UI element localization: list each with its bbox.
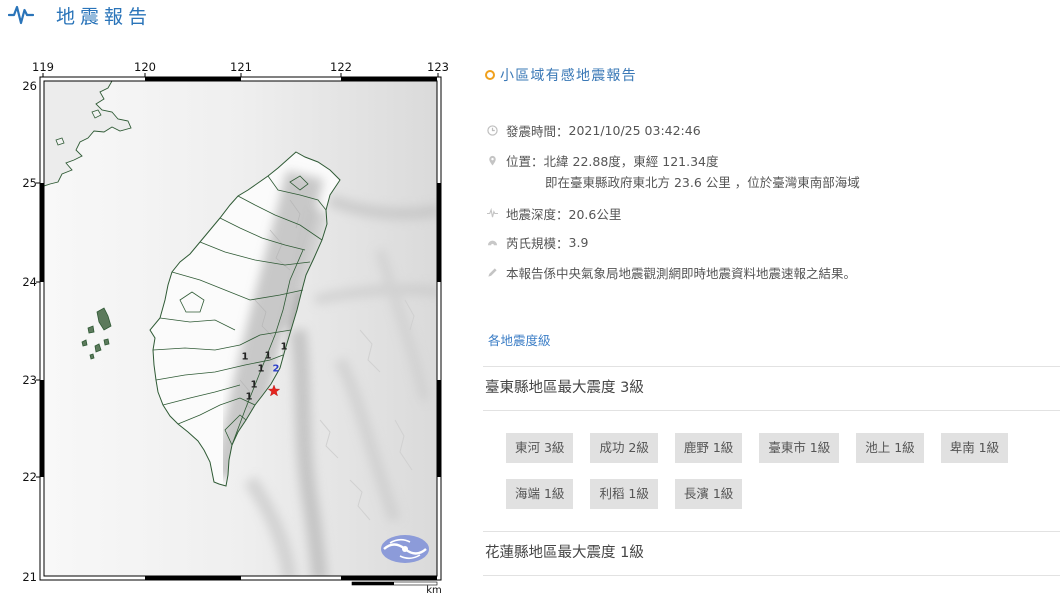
report-title: 小區域有感地震報告 [485, 66, 637, 84]
divider [483, 366, 1060, 367]
scale-unit-label: km [426, 585, 442, 596]
location-detail: 即在臺東縣政府東北方 23.6 公里 ，位於臺灣東南部海域 [545, 175, 860, 190]
seismic-wave-icon [487, 207, 498, 217]
lat-tick-label: 21 [22, 570, 37, 584]
station-badge: 東河 3級 [506, 433, 574, 463]
station-badge: 利稻 1級 [590, 479, 658, 509]
report-title-text: 小區域有感地震報告 [500, 68, 637, 84]
region-taitung-title[interactable]: 臺東縣地區最大震度 3級 [485, 378, 644, 398]
station-badge: 長濱 1級 [674, 479, 743, 509]
pencil-icon [488, 267, 497, 277]
report-panel: 小區域有感地震報告 發震時間： 2021/10/25 03:42:46 位置： … [483, 0, 1060, 596]
intensity-label: 1 [258, 364, 265, 375]
lon-tick-label: 120 [134, 60, 156, 74]
location-value: 北緯 22.88度，東經 121.34度 [543, 153, 719, 169]
region-hualien-title[interactable]: 花蓮縣地區最大震度 1級 [485, 543, 644, 563]
divider [483, 575, 1060, 576]
depth-label: 地震深度： [506, 206, 569, 222]
cwb-logo-icon [381, 535, 429, 563]
intensity-levels-link[interactable]: 各地震度級 [488, 333, 551, 349]
magnitude-row: 芮氏規模： 3.9 [487, 234, 589, 251]
location-row: 位置： 北緯 22.88度，東經 121.34度 [487, 152, 719, 169]
station-badge: 卑南 1級 [940, 433, 1009, 463]
scale-bar: km [351, 581, 442, 596]
origin-time-value: 2021/10/25 03:42:46 [568, 122, 701, 138]
intensity-label: 2 [273, 364, 280, 375]
station-badge: 海端 1級 [506, 479, 574, 509]
divider [483, 410, 1060, 411]
lat-tick-label: 24 [22, 275, 37, 289]
origin-time-row: 發震時間： 2021/10/25 03:42:46 [487, 122, 701, 139]
magnitude-value: 3.9 [568, 234, 589, 250]
magnitude-label: 芮氏規模： [506, 235, 569, 251]
intensity-label: 1 [281, 342, 288, 353]
intensity-label: 1 [251, 380, 258, 391]
report-note-text: 本報告係中央氣象局地震觀測網即時地震資料地震速報之結果。 [506, 265, 857, 281]
clock-icon [487, 124, 498, 136]
station-badge-row: 東河 3級 成功 2級 鹿野 1級 臺東市 1級 池上 1級 卑南 1級 [506, 433, 1060, 463]
station-badge: 臺東市 1級 [759, 433, 840, 463]
orange-ring-icon [485, 70, 495, 80]
lon-tick-label: 123 [427, 60, 449, 74]
intensity-label: 1 [242, 352, 249, 363]
map-pin-icon [489, 155, 496, 166]
lon-tick-label: 121 [230, 60, 252, 74]
magnitude-icon [487, 240, 498, 247]
lat-tick-label: 23 [22, 373, 37, 387]
station-badge-row: 海端 1級 利稻 1級 長濱 1級 [506, 479, 1060, 509]
earthquake-map: 1 1 1 1 2 1 1 119 120 121 122 123 26 25 … [22, 60, 449, 596]
station-badge: 池上 1級 [856, 433, 924, 463]
report-note-row: 本報告係中央氣象局地震觀測網即時地震資料地震速報之結果。 [487, 264, 857, 281]
divider [483, 531, 1060, 532]
lat-tick-label: 22 [22, 470, 37, 484]
station-badge: 鹿野 1級 [674, 433, 743, 463]
depth-value: 20.6公里 [568, 206, 622, 222]
lat-tick-label: 26 [22, 79, 37, 93]
lon-tick-label: 119 [32, 60, 54, 74]
intensity-label: 1 [246, 392, 253, 403]
lon-tick-label: 122 [330, 60, 352, 74]
intensity-label: 1 [265, 351, 272, 362]
station-badge: 成功 2級 [590, 433, 658, 463]
depth-row: 地震深度： 20.6公里 [487, 205, 622, 222]
origin-time-label: 發震時間： [506, 123, 569, 139]
location-label: 位置： [506, 153, 544, 169]
lat-tick-label: 25 [22, 176, 37, 190]
